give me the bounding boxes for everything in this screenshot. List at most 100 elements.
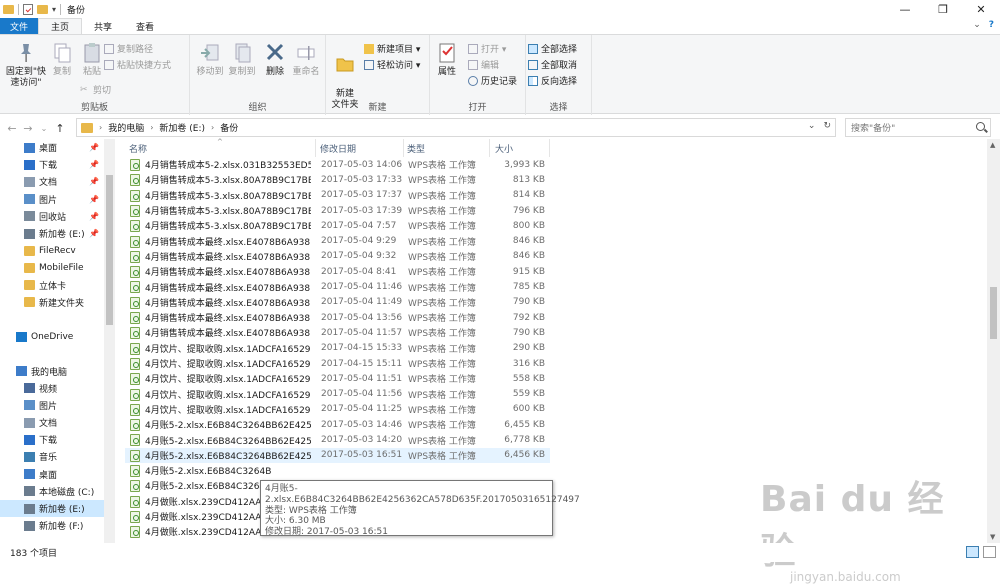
- copy-to-button[interactable]: 复制到: [226, 41, 258, 78]
- file-list-scrollbar[interactable]: ▲ ▼: [987, 139, 1000, 543]
- new-folder-icon[interactable]: [37, 4, 48, 14]
- file-row[interactable]: 4月账5-2.xlsx.E6B84C3264BB62E4256... 2017-0…: [125, 417, 550, 432]
- file-row[interactable]: 4月账5-2.xlsx.E6B84C3264B: [125, 463, 550, 478]
- file-row[interactable]: 4月销售转成本5-3.xlsx.80A78B9C17BE... 2017-05-0…: [125, 172, 550, 187]
- file-row[interactable]: 4月销售转成本最终.xlsx.E4078B6A938... 2017-05-04 …: [125, 325, 550, 340]
- maximize-button[interactable]: ❐: [924, 0, 962, 18]
- nav-item[interactable]: 桌面 📌: [0, 139, 115, 156]
- nav-item[interactable]: 新建文件夹: [0, 294, 115, 311]
- collapse-ribbon-icon[interactable]: ⌄: [973, 20, 981, 30]
- file-row[interactable]: 4月饮片、提取收购.xlsx.1ADCFA16529... 2017-05-04 …: [125, 387, 550, 402]
- chevron-down-icon[interactable]: ▾: [52, 5, 56, 14]
- properties-icon[interactable]: [23, 3, 33, 15]
- close-button[interactable]: ✕: [962, 0, 1000, 18]
- refresh-icon[interactable]: ↻: [823, 121, 831, 131]
- nav-item[interactable]: 新加卷 (E:): [0, 499, 115, 518]
- new-item-button[interactable]: 新建项目 ▾: [364, 42, 420, 55]
- rename-button[interactable]: 重命名: [290, 41, 322, 78]
- cut-button[interactable]: ✂ 剪切: [80, 83, 111, 97]
- column-divider[interactable]: [315, 139, 316, 157]
- file-row[interactable]: 4月账5-2.xlsx.E6B84C3264BB62E4256... 2017-0…: [125, 447, 550, 463]
- up-button[interactable]: ↑: [52, 122, 68, 135]
- recent-locations-button[interactable]: ⌄: [36, 124, 52, 133]
- invert-selection-button[interactable]: 反向选择: [528, 74, 577, 87]
- nav-item[interactable]: 图片 📌: [0, 191, 115, 208]
- nav-item[interactable]: 下载: [0, 431, 115, 448]
- large-icons-view-button[interactable]: [983, 546, 996, 558]
- tab-home[interactable]: 主页: [38, 18, 83, 34]
- easy-access-button[interactable]: 轻松访问 ▾: [364, 58, 420, 71]
- nav-item[interactable]: 桌面: [0, 466, 115, 483]
- column-divider[interactable]: [489, 139, 490, 157]
- file-row[interactable]: 4月饮片、提取收购.xlsx.1ADCFA16529... 2017-04-15 …: [125, 356, 550, 371]
- nav-item[interactable]: 下载 📌: [0, 156, 115, 173]
- file-row[interactable]: 4月销售转成本5-3.xlsx.80A78B9C17BE... 2017-05-0…: [125, 188, 550, 203]
- column-header-date[interactable]: 修改日期: [320, 139, 356, 157]
- file-list-scroll-thumb[interactable]: [990, 287, 997, 339]
- file-row[interactable]: 4月销售转成本5-3.xlsx.80A78B9C17BE... 2017-05-0…: [125, 203, 550, 218]
- navigation-scrollbar[interactable]: [104, 139, 115, 543]
- search-input[interactable]: 搜索"备份": [845, 118, 991, 137]
- nav-item[interactable]: 视频: [0, 380, 115, 397]
- file-row[interactable]: 4月饮片、提取收购.xlsx.1ADCFA16529... 2017-05-04 …: [125, 371, 550, 386]
- breadcrumb-backup[interactable]: 备份: [220, 121, 238, 134]
- column-header-size[interactable]: 大小: [495, 139, 513, 157]
- move-to-button[interactable]: 移动到: [194, 41, 226, 78]
- paste-shortcut-button[interactable]: 粘贴快捷方式: [104, 58, 171, 71]
- file-row[interactable]: 4月饮片、提取收购.xlsx.1ADCFA16529... 2017-05-04 …: [125, 402, 550, 417]
- copy-path-button[interactable]: 复制路径: [104, 42, 153, 55]
- history-button[interactable]: 历史记录: [468, 74, 517, 87]
- select-all-button[interactable]: 全部选择: [528, 42, 577, 55]
- nav-item[interactable]: 立体卡: [0, 277, 115, 294]
- file-row[interactable]: 4月销售转成本最终.xlsx.E4078B6A938... 2017-05-04 …: [125, 249, 550, 264]
- scroll-down-icon[interactable]: ▼: [990, 533, 995, 541]
- nav-item[interactable]: 我的电脑: [0, 362, 115, 379]
- nav-item[interactable]: 新加卷 (E:) 📌: [0, 225, 115, 242]
- scroll-up-icon[interactable]: ▲: [990, 141, 995, 149]
- nav-item[interactable]: 本地磁盘 (C:): [0, 483, 115, 500]
- column-divider[interactable]: [549, 139, 550, 157]
- tab-view[interactable]: 查看: [124, 18, 166, 34]
- address-bar[interactable]: › 我的电脑 › 新加卷 (E:) › 备份 ⌄ ↻: [76, 118, 836, 137]
- file-row[interactable]: 4月销售转成本最终.xlsx.E4078B6A938... 2017-05-04 …: [125, 264, 550, 279]
- paste-button[interactable]: 粘贴: [78, 41, 106, 78]
- pin-quick-access-button[interactable]: 固定到"快速访问": [4, 41, 48, 89]
- details-view-button[interactable]: [966, 546, 979, 558]
- file-row[interactable]: 4月饮片、提取收购.xlsx.1ADCFA16529... 2017-04-15 …: [125, 341, 550, 356]
- file-row[interactable]: 4月销售转成本5-3.xlsx.80A78B9C17BE... 2017-05-0…: [125, 218, 550, 233]
- minimize-button[interactable]: —: [886, 0, 924, 18]
- forward-button[interactable]: →: [20, 122, 36, 135]
- file-row[interactable]: 4月账5-2.xlsx.E6B84C3264BB62E4256... 2017-0…: [125, 432, 550, 447]
- help-icon[interactable]: ?: [989, 20, 994, 30]
- edit-button[interactable]: 编辑: [468, 58, 499, 71]
- copy-button[interactable]: 复制: [48, 41, 76, 78]
- delete-button[interactable]: 删除: [262, 41, 288, 78]
- tab-share[interactable]: 共享: [82, 18, 124, 34]
- properties-button[interactable]: 属性: [432, 41, 462, 78]
- breadcrumb-drive-e[interactable]: 新加卷 (E:): [159, 121, 205, 134]
- back-button[interactable]: ←: [4, 122, 20, 135]
- file-row[interactable]: 4月销售转成本最终.xlsx.E4078B6A938... 2017-05-04 …: [125, 295, 550, 310]
- file-row[interactable]: 4月销售转成本最终.xlsx.E4078B6A938... 2017-05-04 …: [125, 279, 550, 294]
- nav-item[interactable]: MobileFile: [0, 259, 115, 276]
- column-divider[interactable]: [403, 139, 404, 157]
- nav-item[interactable]: 文档 📌: [0, 173, 115, 190]
- nav-item[interactable]: 音乐: [0, 448, 115, 465]
- nav-item[interactable]: FileRecv: [0, 242, 115, 259]
- tab-file[interactable]: 文件: [0, 18, 38, 34]
- nav-item[interactable]: 回收站 📌: [0, 208, 115, 225]
- address-dropdown-icon[interactable]: ⌄: [808, 121, 816, 131]
- file-row[interactable]: 4月销售转成本最终.xlsx.E4078B6A938... 2017-05-04 …: [125, 310, 550, 325]
- nav-item[interactable]: 新加卷 (F:): [0, 517, 115, 534]
- breadcrumb-my-computer[interactable]: 我的电脑: [108, 121, 144, 134]
- nav-item[interactable]: 文档: [0, 414, 115, 431]
- navigation-scroll-thumb[interactable]: [106, 175, 113, 325]
- select-none-button[interactable]: 全部取消: [528, 58, 577, 71]
- nav-item[interactable]: 图片: [0, 397, 115, 414]
- nav-item[interactable]: OneDrive: [0, 328, 115, 345]
- column-header-type[interactable]: 类型: [407, 139, 425, 157]
- file-row[interactable]: 4月销售转成本最终.xlsx.E4078B6A938... 2017-05-04 …: [125, 234, 550, 249]
- file-row[interactable]: 4月销售转成本5-2.xlsx.031B32553ED5... 2017-05-0…: [125, 157, 550, 172]
- column-header-name[interactable]: 名称: [129, 139, 147, 157]
- open-button[interactable]: 打开 ▾: [468, 42, 506, 55]
